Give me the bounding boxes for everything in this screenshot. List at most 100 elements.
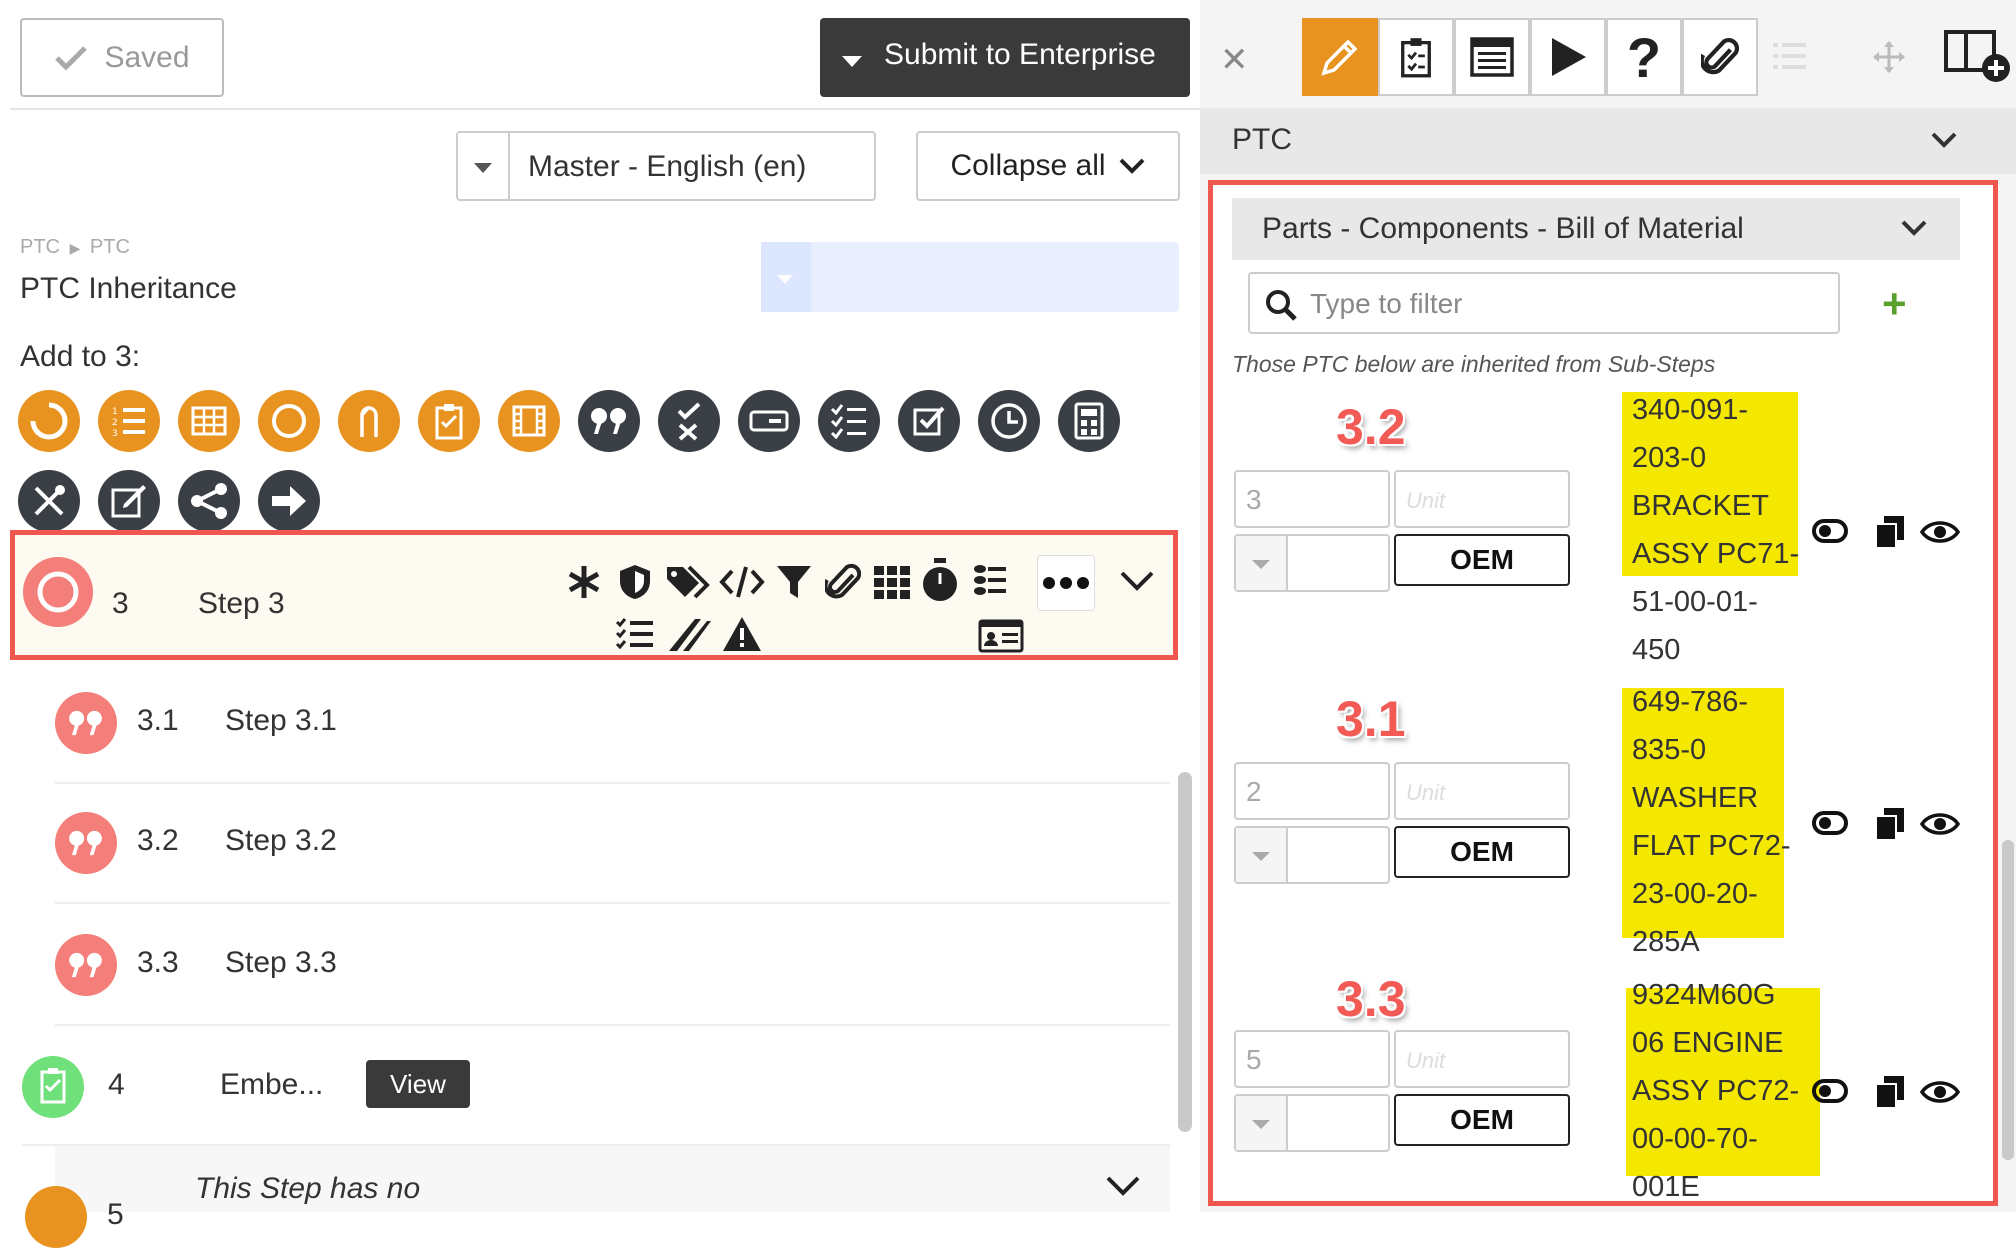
table-icon[interactable] xyxy=(178,390,240,452)
calculator-icon[interactable] xyxy=(1058,390,1120,452)
step-number: 4 xyxy=(108,1068,125,1101)
circle-outline-icon[interactable] xyxy=(258,390,320,452)
numbered-list-icon[interactable]: 123 xyxy=(98,390,160,452)
oem-button[interactable]: OEM xyxy=(1394,826,1570,878)
document-list-icon xyxy=(1470,37,1514,77)
step-row[interactable]: 3.2 Step 3.2 xyxy=(55,784,1170,904)
dropdown-caret-icon[interactable] xyxy=(842,56,862,67)
quote-icon[interactable] xyxy=(578,390,640,452)
unit-input[interactable]: Unit xyxy=(1394,470,1570,528)
eye-icon[interactable] xyxy=(1920,810,1960,838)
quantity-input[interactable]: 2 xyxy=(1234,762,1390,820)
inheritance-select[interactable] xyxy=(761,242,1179,312)
toggle-icon[interactable] xyxy=(1812,1078,1848,1104)
add-icon[interactable]: + xyxy=(1882,280,1907,328)
inheritance-title: PTC Inheritance xyxy=(20,272,237,305)
copy-icon[interactable] xyxy=(1874,514,1906,550)
eye-icon[interactable] xyxy=(1920,1078,1960,1106)
ramp-icon[interactable] xyxy=(667,615,713,653)
collapse-all-button[interactable]: Collapse all xyxy=(916,131,1180,201)
grid-icon[interactable] xyxy=(873,565,911,599)
help-tab[interactable]: ? xyxy=(1606,18,1682,96)
play-tab[interactable] xyxy=(1530,18,1606,96)
id-card-icon[interactable] xyxy=(978,617,1024,653)
part-select[interactable] xyxy=(1234,826,1390,884)
toggle-icon[interactable] xyxy=(1812,810,1848,836)
step-row[interactable]: 4 Embe... View xyxy=(22,1026,1170,1146)
play-icon xyxy=(1552,38,1586,76)
branch-icon[interactable] xyxy=(178,470,240,532)
submit-to-enterprise-button[interactable]: Submit to Enterprise xyxy=(820,18,1190,97)
move-icon[interactable] xyxy=(1872,40,1906,74)
parts-title: Parts - Components - Bill of Material xyxy=(1262,212,1744,245)
oem-button[interactable]: OEM xyxy=(1394,534,1570,586)
step-name: Step 3.3 xyxy=(225,946,337,979)
parts-section-header[interactable]: Parts - Components - Bill of Material xyxy=(1232,198,1960,260)
eye-icon[interactable] xyxy=(1920,518,1960,546)
check-icon xyxy=(55,45,88,71)
chevron-down-icon[interactable] xyxy=(1119,569,1155,593)
more-options-button[interactable] xyxy=(1037,555,1095,611)
asterisk-icon[interactable] xyxy=(565,563,603,601)
ellipsis-icon xyxy=(1043,577,1089,589)
checklist-tab[interactable] xyxy=(1378,18,1454,96)
clock-icon[interactable] xyxy=(978,390,1040,452)
add-panel-icon[interactable] xyxy=(1944,28,2014,86)
stopwatch-icon[interactable] xyxy=(921,557,959,603)
document-tab[interactable] xyxy=(1454,18,1530,96)
warning-icon[interactable] xyxy=(721,615,763,653)
arrow-right-icon[interactable] xyxy=(258,470,320,532)
ptc-section-header[interactable]: PTC xyxy=(1200,108,2016,174)
step-row[interactable]: 3.3 Step 3.3 xyxy=(55,906,1170,1026)
step-row-selected[interactable]: 3 Step 3 xyxy=(10,530,1178,660)
caret-down-icon xyxy=(1252,560,1270,569)
scrollbar[interactable] xyxy=(1178,772,1192,1132)
saved-label: Saved xyxy=(104,40,190,74)
view-button[interactable]: View xyxy=(366,1060,470,1108)
question-icon: ? xyxy=(1626,25,1662,89)
tools-icon[interactable] xyxy=(18,470,80,532)
copy-icon[interactable] xyxy=(1874,1074,1906,1110)
unit-input[interactable]: Unit xyxy=(1394,1030,1570,1088)
edit-tab[interactable] xyxy=(1302,18,1378,96)
chevron-down-icon xyxy=(1901,220,1927,236)
clipboard-check-icon[interactable] xyxy=(418,390,480,452)
part-description: 9324M60G 06 ENGINE ASSY PC72- 00-00-70- 001E xyxy=(1632,979,1800,1203)
step-row[interactable]: 5 This Step has no xyxy=(25,1146,1170,1248)
shield-icon[interactable] xyxy=(617,563,653,601)
quantity-input[interactable]: 3 xyxy=(1234,470,1390,528)
chevron-down-icon[interactable] xyxy=(1105,1174,1141,1198)
part-select[interactable] xyxy=(1234,1094,1390,1152)
check-x-icon[interactable] xyxy=(658,390,720,452)
attachments-tab[interactable] xyxy=(1682,18,1758,96)
loop-finger-icon[interactable] xyxy=(338,390,400,452)
step-row[interactable]: 3.1 Step 3.1 xyxy=(55,664,1170,784)
filter-icon[interactable] xyxy=(775,563,813,601)
film-icon[interactable] xyxy=(498,390,560,452)
toggle-icon[interactable] xyxy=(1812,518,1848,544)
input-field-icon[interactable] xyxy=(738,390,800,452)
oem-button[interactable]: OEM xyxy=(1394,1094,1570,1146)
checklist-icon[interactable] xyxy=(818,390,880,452)
close-icon[interactable]: ✕ xyxy=(1220,40,1249,80)
part-select[interactable] xyxy=(1234,534,1390,592)
caret-down-icon xyxy=(1252,852,1270,861)
tags-icon[interactable] xyxy=(665,563,711,601)
saved-button[interactable]: Saved xyxy=(20,18,224,97)
breadcrumb-item[interactable]: PTC xyxy=(90,236,130,258)
unit-input[interactable]: Unit xyxy=(1394,762,1570,820)
checkbox-icon[interactable] xyxy=(898,390,960,452)
breadcrumb-item[interactable]: PTC xyxy=(20,236,60,258)
checklist-icon[interactable] xyxy=(615,617,655,651)
quantity-input[interactable]: 5 xyxy=(1234,1030,1390,1088)
scrollbar[interactable] xyxy=(2002,840,2014,1160)
copy-icon[interactable] xyxy=(1874,806,1906,842)
partial-circle-icon[interactable] xyxy=(18,390,80,452)
paperclip-icon[interactable] xyxy=(825,561,861,603)
filter-input[interactable]: Type to filter xyxy=(1248,272,1840,334)
edit-box-icon[interactable] xyxy=(98,470,160,532)
database-list-icon[interactable] xyxy=(973,563,1007,601)
code-icon[interactable] xyxy=(719,565,765,599)
language-select[interactable]: Master - English (en) xyxy=(456,131,876,201)
section-title: PTC xyxy=(1232,123,1292,156)
